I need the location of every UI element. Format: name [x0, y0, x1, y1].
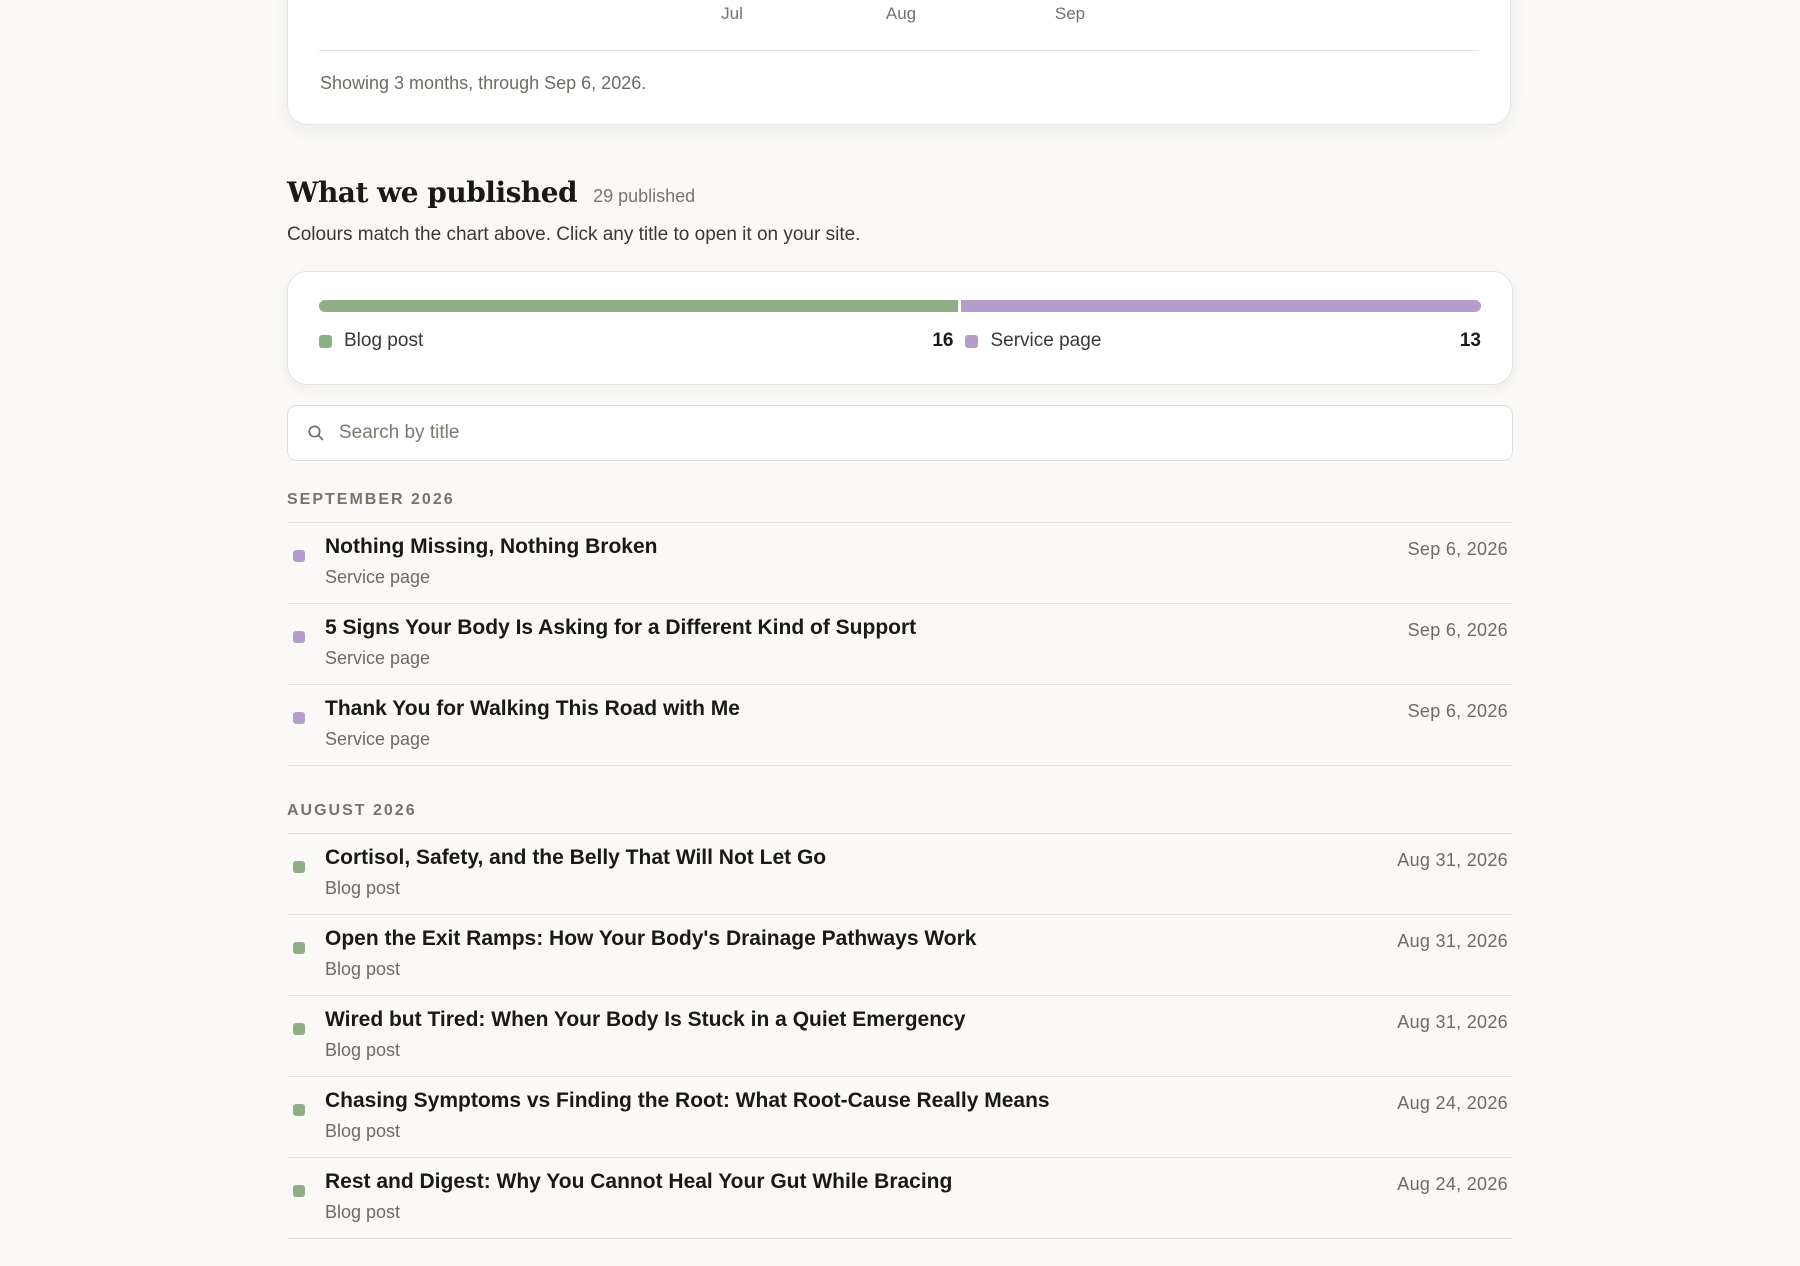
type-color-dot — [293, 861, 305, 873]
post-title-link[interactable]: Open the Exit Ramps: How Your Body's Dra… — [325, 927, 976, 951]
legend-swatch — [319, 334, 332, 348]
section-subtitle: Colours match the chart above. Click any… — [287, 224, 861, 245]
post-date: Aug 31, 2026 — [1397, 850, 1508, 870]
list-item[interactable]: Chasing Symptoms vs Finding the Root: Wh… — [287, 1077, 1513, 1158]
chart-tick-label: Aug — [885, 4, 917, 23]
post-title-link[interactable]: Nothing Missing, Nothing Broken — [325, 535, 657, 559]
month-items: Nothing Missing, Nothing Broken Service p… — [287, 522, 1513, 766]
type-color-dot — [293, 631, 305, 643]
post-type-label: Blog post — [325, 878, 401, 898]
split-legend: Blog post 16 Service page 13 — [319, 330, 1481, 352]
post-date: Aug 24, 2026 — [1397, 1093, 1508, 1113]
chart-footnote: Showing 3 months, through Sep 6, 2026. — [320, 73, 647, 93]
legend-label: Blog post — [344, 330, 424, 351]
chart-tick-label: Sep — [1054, 4, 1086, 23]
post-title-link[interactable]: 5 Signs Your Body Is Asking for a Differ… — [325, 616, 916, 640]
legend-item: Service page 13 — [965, 330, 1481, 352]
month-items: Cortisol, Safety, and the Belly That Wil… — [287, 833, 1513, 1239]
chart-x-axis: Jul Aug Sep — [288, 1, 1510, 27]
page: Jul Aug Sep Showing 3 months, through Se… — [0, 0, 1800, 1266]
post-title-link[interactable]: Thank You for Walking This Road with Me — [325, 697, 740, 721]
legend-label: Service page — [990, 330, 1102, 351]
split-bar — [319, 300, 1481, 312]
post-type-label: Blog post — [325, 1202, 401, 1222]
search-box[interactable] — [287, 405, 1513, 461]
post-date: Sep 6, 2026 — [1407, 539, 1508, 559]
post-date: Aug 31, 2026 — [1397, 1012, 1508, 1032]
type-color-dot — [293, 712, 305, 724]
post-type-label: Blog post — [325, 1040, 401, 1060]
list-item[interactable]: Thank You for Walking This Road with Me S… — [287, 685, 1513, 766]
post-date: Sep 6, 2026 — [1407, 701, 1508, 721]
month-heading: AUGUST 2026 — [287, 802, 417, 819]
post-type-label: Service page — [325, 729, 431, 749]
list-item[interactable]: Cortisol, Safety, and the Belly That Wil… — [287, 834, 1513, 915]
legend-item: Blog post 16 — [319, 330, 953, 352]
type-color-dot — [293, 942, 305, 954]
post-date: Sep 6, 2026 — [1407, 620, 1508, 640]
post-title-link[interactable]: Cortisol, Safety, and the Belly That Wil… — [325, 846, 826, 870]
split-segment — [961, 300, 1481, 312]
legend-count: 13 — [1459, 330, 1481, 351]
search-input[interactable] — [337, 421, 1441, 445]
legend-count: 16 — [932, 330, 954, 351]
type-color-dot — [293, 1023, 305, 1035]
type-color-dot — [293, 550, 305, 562]
published-count: 29 published — [593, 186, 696, 206]
list-item[interactable]: 5 Signs Your Body Is Asking for a Differ… — [287, 604, 1513, 685]
chart-tick-label: Jul — [721, 4, 743, 23]
content-type-split-card: Blog post 16 Service page 13 — [287, 271, 1513, 385]
month-heading: SEPTEMBER 2026 — [287, 491, 455, 508]
legend-swatch — [965, 334, 979, 348]
post-type-label: Blog post — [325, 1121, 401, 1141]
post-date: Aug 31, 2026 — [1397, 931, 1508, 951]
publishing-chart-card: Jul Aug Sep Showing 3 months, through Se… — [287, 0, 1511, 125]
list-item[interactable]: Nothing Missing, Nothing Broken Service p… — [287, 523, 1513, 604]
post-title-link[interactable]: Chasing Symptoms vs Finding the Root: Wh… — [325, 1089, 1050, 1113]
post-type-label: Blog post — [325, 959, 401, 979]
split-segment — [319, 300, 959, 312]
post-type-label: Service page — [325, 567, 431, 587]
post-date: Aug 24, 2026 — [1397, 1174, 1508, 1194]
post-type-label: Service page — [325, 648, 431, 668]
section-header: What we published 29 published — [287, 176, 695, 209]
search-icon — [308, 425, 324, 441]
list-item[interactable]: Open the Exit Ramps: How Your Body's Dra… — [287, 915, 1513, 996]
type-color-dot — [293, 1185, 305, 1197]
section-title: What we published — [287, 176, 578, 209]
list-item[interactable]: Wired but Tired: When Your Body Is Stuck… — [287, 996, 1513, 1077]
chart-divider — [319, 50, 1479, 51]
post-title-link[interactable]: Wired but Tired: When Your Body Is Stuck… — [325, 1008, 965, 1032]
type-color-dot — [293, 1104, 305, 1116]
post-title-link[interactable]: Rest and Digest: Why You Cannot Heal You… — [325, 1170, 952, 1194]
list-item[interactable]: Rest and Digest: Why You Cannot Heal You… — [287, 1158, 1513, 1239]
